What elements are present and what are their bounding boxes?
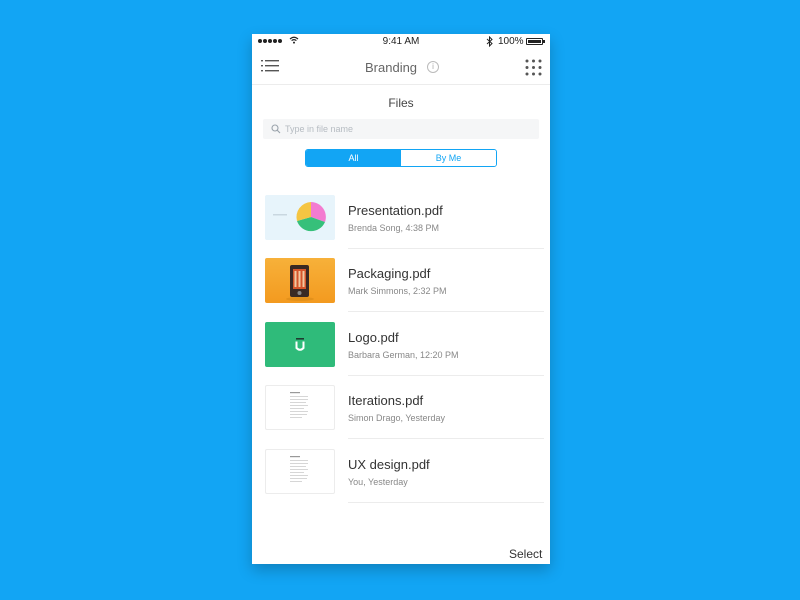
file-item-logo[interactable]: Logo.pdf Barbara German, 12:20 PM	[252, 322, 550, 386]
menu-list-icon[interactable]	[261, 58, 279, 74]
files-heading: Files	[388, 96, 414, 110]
file-name: Packaging.pdf	[348, 266, 431, 281]
file-meta: Brenda Song, 4:38 PM	[348, 223, 440, 233]
search-input[interactable]	[285, 122, 525, 136]
filter-segmented-control: All By Me	[305, 149, 497, 167]
row-divider	[348, 248, 544, 249]
grid-view-icon[interactable]	[525, 59, 542, 76]
status-bar: 9:41 AM 100%	[252, 34, 550, 50]
file-name: Iterations.pdf	[348, 393, 424, 408]
document-thumbnail	[265, 449, 335, 494]
row-divider	[348, 502, 544, 503]
package-photo-thumbnail	[265, 258, 335, 303]
file-meta: Barbara German, 12:20 PM	[348, 350, 459, 360]
info-icon[interactable]: i	[427, 61, 439, 73]
logo-icon	[295, 338, 305, 351]
document-icon	[290, 392, 308, 418]
bluetooth-icon	[486, 36, 493, 47]
file-name: Presentation.pdf	[348, 203, 443, 218]
nav-title: Branding	[365, 60, 418, 75]
phone-screen: 9:41 AM 100% Branding i Files All By Me	[252, 34, 550, 564]
battery-icon	[526, 38, 545, 45]
file-meta: You, Yesterday	[348, 477, 408, 487]
battery-percent: 100%	[498, 36, 524, 47]
file-item-packaging[interactable]: Packaging.pdf Mark Simmons, 2:32 PM	[252, 258, 550, 322]
file-item-ux-design[interactable]: UX design.pdf You, Yesterday	[252, 449, 550, 513]
file-meta: Mark Simmons, 2:32 PM	[348, 286, 447, 296]
segment-all[interactable]: All	[306, 150, 401, 166]
document-icon	[290, 456, 308, 482]
row-divider	[348, 375, 544, 376]
nav-bar: Branding i	[252, 50, 550, 85]
search-bar[interactable]	[263, 119, 539, 139]
pie-chart-thumbnail	[265, 195, 335, 240]
file-name: Logo.pdf	[348, 330, 399, 345]
select-button[interactable]: Select	[509, 547, 542, 561]
file-meta: Simon Drago, Yesterday	[348, 413, 446, 423]
search-icon	[271, 124, 281, 134]
file-item-presentation[interactable]: Presentation.pdf Brenda Song, 4:38 PM	[252, 195, 550, 259]
segment-by-me[interactable]: By Me	[401, 150, 496, 166]
pie-chart-icon	[273, 202, 326, 232]
logo-thumbnail	[265, 322, 335, 367]
row-divider	[348, 438, 544, 439]
package-photo-icon	[286, 265, 314, 301]
row-divider	[348, 311, 544, 312]
file-item-iterations[interactable]: Iterations.pdf Simon Drago, Yesterday	[252, 385, 550, 449]
document-thumbnail	[265, 385, 335, 430]
file-name: UX design.pdf	[348, 457, 430, 472]
